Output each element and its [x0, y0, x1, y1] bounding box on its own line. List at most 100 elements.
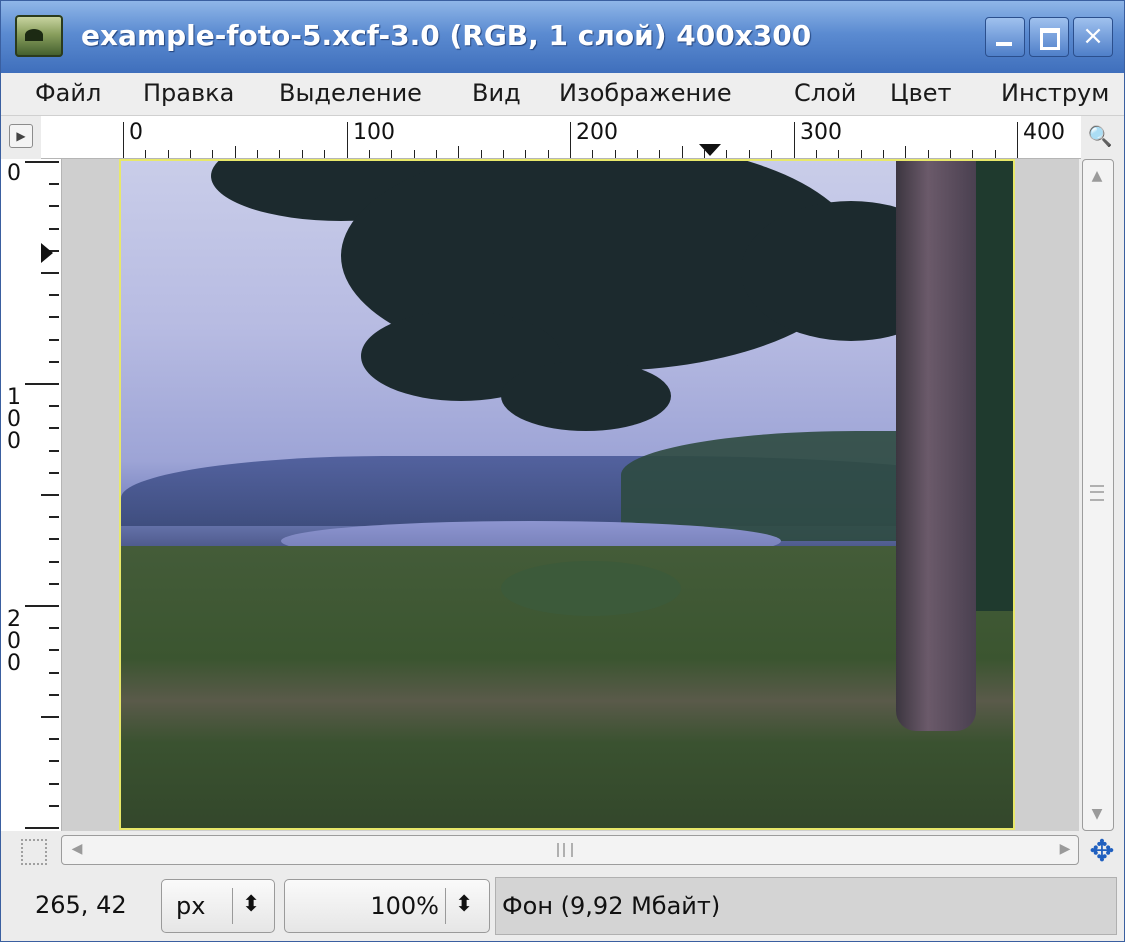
layer-info-label: Фон (9,92 Мбайт) — [495, 877, 1117, 935]
quick-mask-toggle[interactable] — [21, 839, 47, 865]
ruler-tick — [49, 760, 59, 763]
ruler-tick — [49, 693, 59, 696]
ruler-label-v100-2: 0 — [7, 407, 21, 432]
ruler-tick — [793, 122, 795, 158]
scroll-left-icon[interactable]: ◀ — [65, 837, 89, 861]
ruler-tick — [25, 827, 59, 829]
menu-tools[interactable]: Инструм — [1001, 79, 1109, 107]
ruler-tick — [25, 383, 59, 385]
menu-bar: Файл Правка Выделение Вид Изображение Сл… — [1, 73, 1124, 116]
ruler-label-v200-1: 2 — [7, 607, 21, 632]
ruler-tick — [614, 150, 616, 158]
maximize-button[interactable] — [1029, 17, 1069, 57]
ruler-tick — [49, 649, 59, 652]
ruler-tick — [190, 150, 192, 158]
horizontal-ruler[interactable]: 0 100 200 300 400 — [41, 116, 1081, 159]
menu-colors[interactable]: Цвет — [890, 79, 952, 107]
title-bar[interactable]: example-foto-5.xcf-3.0 (RGB, 1 слой) 400… — [1, 1, 1124, 73]
ruler-tick — [49, 227, 59, 230]
horizontal-scrollbar[interactable]: ◀ ▶ — [61, 835, 1081, 867]
window-title: example-foto-5.xcf-3.0 (RGB, 1 слой) 400… — [81, 19, 812, 52]
pointer-position-marker-vertical — [41, 243, 53, 263]
ruler-tick — [592, 150, 594, 158]
pointer-position-marker — [699, 144, 721, 156]
menu-image[interactable]: Изображение — [559, 79, 732, 107]
ruler-label-200: 200 — [576, 120, 618, 145]
navigate-icon[interactable]: ✥ — [1085, 835, 1119, 869]
ruler-label-0: 0 — [129, 120, 143, 145]
ruler-tick — [547, 150, 549, 158]
ruler-tick — [49, 582, 59, 585]
zoom-separator — [445, 888, 446, 924]
menu-edit[interactable]: Правка — [143, 79, 234, 107]
horizontal-scroll-grip[interactable] — [557, 843, 573, 857]
ruler-tick — [145, 150, 147, 158]
ruler-tick — [49, 627, 59, 630]
ruler-tick — [368, 150, 370, 158]
ruler-tick — [41, 272, 59, 274]
close-button[interactable]: × — [1073, 17, 1113, 57]
scroll-right-icon[interactable]: ▶ — [1053, 837, 1077, 861]
ruler-tick — [49, 205, 59, 208]
ruler-tick — [49, 294, 59, 297]
ruler-tick — [123, 122, 124, 158]
zoom-value: 100% — [370, 892, 439, 920]
zoom-image-icon[interactable]: 🔍 — [1087, 123, 1113, 149]
ruler-tick — [49, 360, 59, 363]
zoom-selector[interactable]: 100% ⬍ — [284, 879, 490, 933]
image-menu-button[interactable]: ▶ — [9, 124, 33, 148]
vertical-scroll-grip[interactable] — [1090, 485, 1104, 501]
ruler-tick — [49, 804, 59, 807]
ruler-tick — [49, 405, 59, 408]
ruler-label-400: 400 — [1023, 120, 1065, 145]
ruler-tick — [346, 122, 348, 158]
ruler-tick — [25, 605, 59, 607]
menu-view[interactable]: Вид — [472, 79, 521, 107]
scroll-down-icon[interactable]: ▼ — [1085, 801, 1109, 827]
ruler-tick — [681, 146, 683, 158]
ruler-tick — [49, 449, 59, 452]
ruler-tick — [167, 150, 169, 158]
ruler-tick — [480, 150, 482, 158]
scroll-up-icon[interactable]: ▲ — [1085, 163, 1109, 189]
unit-selector[interactable]: px ⬍ — [161, 879, 275, 933]
ruler-tick — [1017, 122, 1018, 158]
ruler-tick — [435, 150, 437, 158]
ruler-tick — [972, 150, 974, 158]
ruler-tick — [49, 338, 59, 341]
ruler-tick — [49, 183, 59, 186]
minimize-button[interactable] — [985, 17, 1025, 57]
ruler-tick — [41, 716, 59, 718]
status-bar: 265, 42 px ⬍ 100% ⬍ Фон (9,92 Мбайт) — [1, 871, 1124, 941]
layer-boundary — [119, 159, 1015, 830]
menu-file[interactable]: Файл — [35, 79, 101, 107]
updown-icon: ⬍ — [242, 892, 261, 917]
unit-separator — [232, 888, 233, 924]
ruler-tick — [882, 150, 884, 158]
ruler-tick — [502, 150, 504, 158]
ruler-tick — [301, 150, 303, 158]
ruler-tick — [49, 738, 59, 741]
ruler-label-v100-3: 0 — [7, 429, 21, 454]
ruler-tick — [49, 471, 59, 474]
updown-icon: ⬍ — [455, 892, 474, 917]
menu-layer[interactable]: Слой — [794, 79, 856, 107]
ruler-tick — [49, 427, 59, 430]
ruler-tick — [41, 494, 59, 496]
vertical-scrollbar[interactable]: ▲ ▼ — [1081, 159, 1116, 831]
ruler-tick — [49, 782, 59, 785]
ruler-tick — [234, 146, 236, 158]
ruler-label-300: 300 — [800, 120, 842, 145]
ruler-tick — [659, 150, 661, 158]
ruler-tick — [860, 150, 862, 158]
ruler-tick — [391, 150, 393, 158]
pointer-coordinates: 265, 42 — [35, 891, 127, 919]
ruler-tick — [49, 316, 59, 319]
ruler-tick — [49, 538, 59, 541]
ruler-tick — [212, 150, 214, 158]
ruler-tick — [324, 150, 326, 158]
minimize-icon — [996, 42, 1012, 46]
menu-select[interactable]: Выделение — [279, 79, 422, 107]
ruler-tick — [257, 150, 259, 158]
ruler-tick — [458, 146, 460, 158]
